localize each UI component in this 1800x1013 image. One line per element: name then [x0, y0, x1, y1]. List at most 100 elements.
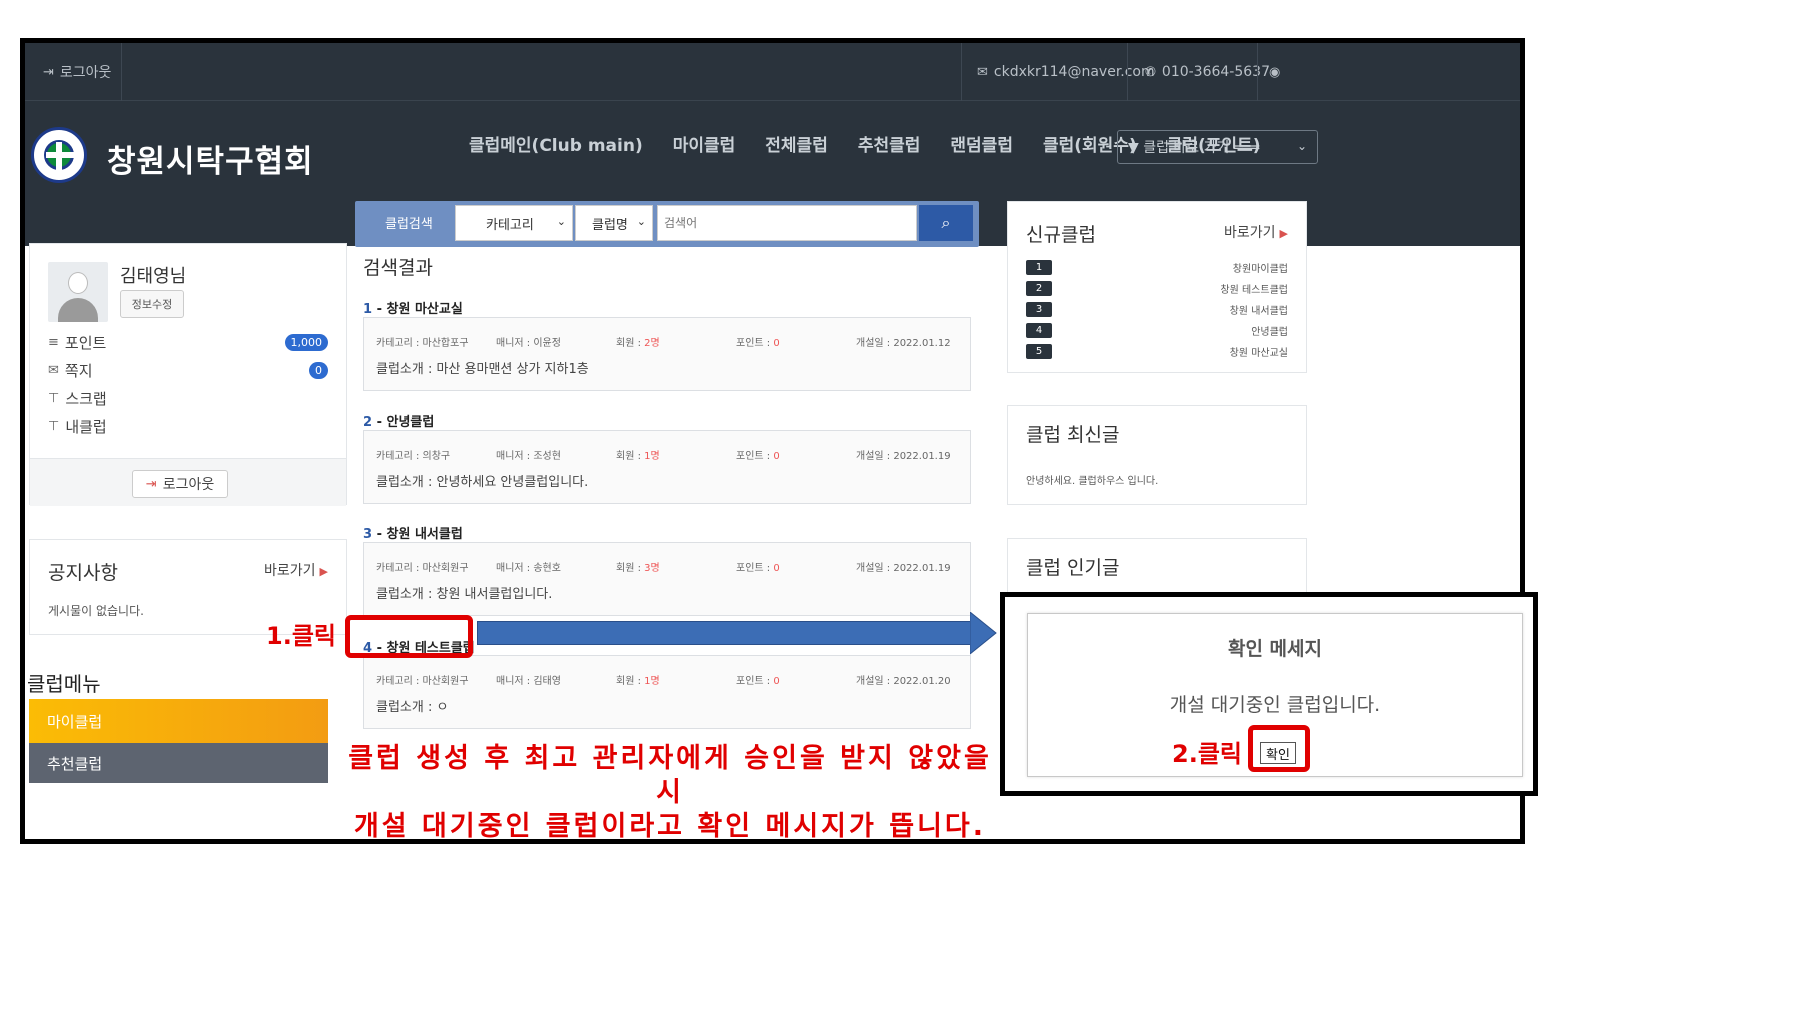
result-title[interactable]: 2 - 안녕클럽 — [363, 411, 434, 430]
edit-profile-button[interactable]: 정보수정 — [120, 290, 184, 318]
points-value: 0 — [773, 451, 780, 462]
new-clubs-title: 신규클럽 — [1026, 224, 1096, 246]
logout-button[interactable]: ⇥ 로그아웃 — [132, 470, 228, 498]
notice-title: 공지사항 — [48, 562, 118, 584]
rank-badge: 3 — [1026, 302, 1052, 317]
chevron-down-icon: ⌄ — [1296, 139, 1307, 153]
result-manager: 매니저 : 조성현 — [496, 451, 561, 462]
search-input[interactable] — [657, 205, 917, 241]
points-badge: 1,000 — [284, 334, 328, 351]
topbar-logout-link[interactable]: ⇥ 로그아웃 — [43, 43, 111, 101]
nav-random-clubs[interactable]: 랜덤클럽 — [950, 131, 1013, 156]
result-manager: 매니저 : 김태영 — [496, 676, 561, 687]
club-name: 창원 내서클럽 — [1229, 306, 1288, 317]
field-select[interactable]: 클럽명 ⌄ — [575, 205, 653, 241]
notice-empty-text: 게시물이 없습니다. — [48, 604, 144, 618]
list-item[interactable]: 1 창원마이클럽 — [1026, 258, 1288, 279]
phone-icon: ✆ — [1145, 64, 1156, 80]
phone-text: 010-3664-5637 — [1161, 64, 1270, 80]
menu-item-my-club[interactable]: 마이클럽 — [29, 699, 328, 743]
site-title[interactable]: 창원시탁구협회 — [107, 136, 314, 181]
result-points: 포인트 : 0 — [736, 334, 780, 349]
phone-link[interactable]: ✆ 010-3664-5637 — [1145, 43, 1270, 101]
members-count: 1명 — [644, 451, 660, 462]
members-label: 회원 : — [616, 563, 645, 574]
result-category: 카테고리 : 마산회원구 — [376, 563, 469, 574]
list-item[interactable]: 5 창원 마산교실 — [1026, 342, 1288, 363]
members-label: 회원 : — [616, 451, 645, 462]
points-row[interactable]: ≡ 포인트 1,000 — [48, 332, 328, 353]
result-card: 카테고리 : 마산합포구 매니저 : 이윤정 회원 : 2명 포인트 : 0 개… — [363, 317, 971, 391]
logout-label: 로그아웃 — [162, 477, 215, 493]
new-clubs-goto-link[interactable]: 바로가기 ▶ — [1224, 222, 1288, 242]
list-item[interactable]: 2 창원 테스트클럽 — [1026, 279, 1288, 300]
step2-highlight-box — [1248, 725, 1310, 772]
association-logo[interactable] — [31, 127, 87, 183]
messages-badge: 0 — [309, 362, 328, 379]
result-members: 회원 : 1명 — [616, 672, 660, 687]
result-points: 포인트 : 0 — [736, 559, 780, 574]
new-clubs-goto-label: 바로가기 — [1224, 225, 1276, 241]
discord-link[interactable]: ◉ — [1269, 43, 1280, 101]
list-item[interactable]: 3 창원 내서클럽 — [1026, 300, 1288, 321]
search-button[interactable]: ⌕ — [919, 205, 973, 241]
scrap-label: 스크랩 — [65, 390, 107, 408]
chevron-down-icon: ⌄ — [556, 215, 566, 228]
nav-club-main[interactable]: 클럽메인(Club main) — [469, 131, 643, 156]
dialog-title: 확인 메세지 — [1227, 638, 1322, 660]
popular-posts-title: 클럽 인기글 — [1026, 557, 1120, 579]
divider — [121, 43, 122, 101]
annotation-caption: 클럽 생성 후 최고 관리자에게 승인을 받지 않았을 시 개설 대기중인 클럽… — [340, 742, 1000, 844]
notice-goto-link[interactable]: 바로가기 ▶ — [264, 560, 328, 580]
result-card: 카테고리 : 마산회원구 매니저 : 김태영 회원 : 1명 포인트 : 0 개… — [363, 655, 971, 729]
result-name: 안녕클럽 — [386, 415, 435, 430]
members-count: 2명 — [644, 338, 660, 349]
my-clubs-label: 내클럽 — [65, 418, 107, 436]
rank-badge: 4 — [1026, 323, 1052, 338]
latest-post-item[interactable]: 안녕하세요. 클럽하우스 입니다. — [1026, 472, 1158, 487]
messages-label: 쪽지 — [64, 362, 93, 380]
result-title[interactable]: 3 - 창원 내서클럽 — [363, 523, 463, 542]
menu-item-recommended-club[interactable]: 추천클럽 — [29, 743, 328, 783]
topbar-logout-label: 로그아웃 — [59, 65, 112, 81]
points-label: 포인트 : — [736, 338, 774, 349]
result-opened: 개설일 : 2022.01.19 — [856, 451, 951, 462]
result-opened: 개설일 : 2022.01.20 — [856, 676, 951, 687]
divider — [1127, 43, 1128, 101]
result-name: 창원 내서클럽 — [386, 527, 463, 542]
club-menu-title: 클럽메뉴 — [27, 672, 101, 696]
latest-posts-panel: 클럽 최신글 안녕하세요. 클럽하우스 입니다. — [1007, 405, 1307, 505]
points-label: 포인트 : — [736, 451, 774, 462]
notice-goto-label: 바로가기 — [264, 563, 316, 579]
club-quick-select[interactable]: ▼ 클럽 바로 가기 ═══ ⌄ — [1117, 130, 1318, 164]
result-name: 창원 마산교실 — [386, 302, 463, 317]
result-card: 카테고리 : 의창구 매니저 : 조성현 회원 : 1명 포인트 : 0 개설일… — [363, 430, 971, 504]
points-value: 0 — [773, 563, 780, 574]
pin-icon: ⊤ — [48, 391, 60, 406]
club-name: 창원 테스트클럽 — [1220, 285, 1288, 296]
nav-my-club[interactable]: 마이클럽 — [673, 131, 736, 156]
rank-badge: 2 — [1026, 281, 1052, 296]
result-members: 회원 : 3명 — [616, 559, 660, 574]
result-category: 카테고리 : 마산회원구 — [376, 676, 469, 687]
nav-recommended-clubs[interactable]: 추천클럽 — [858, 131, 921, 156]
avatar — [48, 262, 108, 322]
category-select-value: 카테고리 — [486, 217, 534, 233]
my-clubs-row[interactable]: ⊤ 내클럽 — [48, 416, 328, 437]
list-item[interactable]: 4 안녕클럽 — [1026, 321, 1288, 342]
category-select[interactable]: 카테고리 ⌄ — [455, 205, 573, 241]
result-card: 카테고리 : 마산회원구 매니저 : 송현호 회원 : 3명 포인트 : 0 개… — [363, 542, 971, 616]
result-number: 1 — [363, 302, 373, 317]
dialog-message: 개설 대기중인 클럽입니다. — [1169, 694, 1381, 716]
nav-all-clubs[interactable]: 전체클럽 — [765, 131, 828, 156]
rank-badge: 5 — [1026, 344, 1052, 359]
result-title[interactable]: 1 - 창원 마산교실 — [363, 298, 463, 317]
members-count: 3명 — [644, 563, 660, 574]
members-label: 회원 : — [616, 676, 645, 687]
caret-right-icon: ▶ — [319, 565, 328, 578]
result-members: 회원 : 2명 — [616, 334, 660, 349]
messages-row[interactable]: ✉ 쪽지 0 — [48, 360, 328, 381]
scrap-row[interactable]: ⊤ 스크랩 — [48, 388, 328, 409]
result-number: 3 — [363, 527, 373, 542]
step2-label: 2.클릭 — [1172, 740, 1242, 768]
